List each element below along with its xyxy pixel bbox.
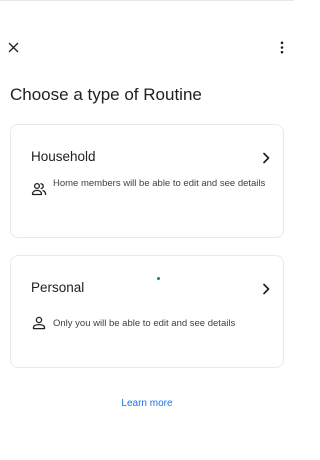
people-icon bbox=[31, 182, 47, 196]
household-card-title: Household bbox=[31, 149, 96, 164]
top-divider bbox=[0, 0, 294, 1]
personal-card-description: Only you will be able to edit and see de… bbox=[53, 318, 236, 329]
more-options-button[interactable] bbox=[274, 38, 290, 56]
learn-more-link[interactable]: Learn more bbox=[0, 398, 294, 409]
close-button[interactable] bbox=[4, 38, 22, 56]
personal-routine-card[interactable]: Personal Only you will be able to edit a… bbox=[10, 255, 284, 368]
household-routine-card[interactable]: Household Home members will be able to e… bbox=[10, 124, 284, 238]
chevron-right-icon bbox=[263, 283, 270, 295]
close-icon bbox=[8, 42, 18, 52]
chevron-right-icon bbox=[263, 152, 270, 164]
status-indicator-dot bbox=[157, 277, 160, 280]
more-vert-icon bbox=[280, 41, 284, 53]
household-card-description: Home members will be able to edit and se… bbox=[53, 178, 266, 189]
person-icon bbox=[32, 316, 46, 330]
personal-card-title: Personal bbox=[31, 280, 85, 295]
page-title: Choose a type of Routine bbox=[10, 85, 202, 104]
